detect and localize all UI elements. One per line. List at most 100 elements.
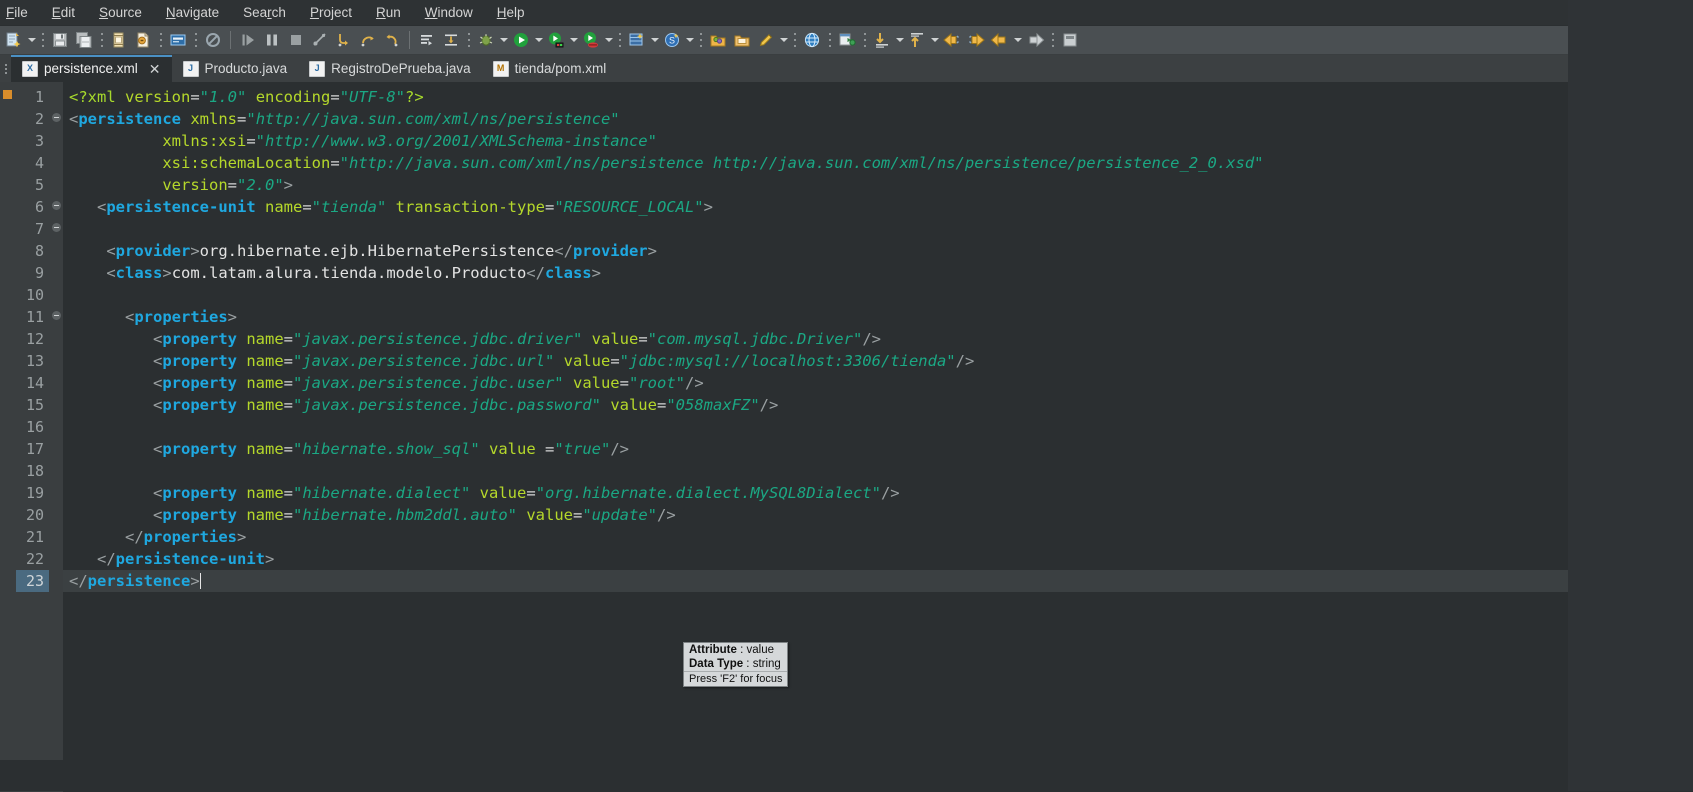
forward-to-icon[interactable] (965, 29, 987, 51)
drop-to-frame-icon[interactable] (440, 29, 462, 51)
code-line[interactable]: <properties> (63, 306, 1693, 328)
token-attr: value (610, 396, 657, 414)
fold-toggle[interactable] (49, 306, 63, 328)
new-wizard-dropdown[interactable] (26, 29, 37, 51)
step-into-icon[interactable] (333, 29, 355, 51)
editor-tab-producto-java[interactable]: J Producto.java (172, 55, 299, 82)
code-line[interactable]: version="2.0"> (63, 174, 1693, 196)
toolbar-separator (194, 31, 197, 49)
annotation-ruler[interactable] (0, 82, 16, 792)
editor-tab-persistence-xml[interactable]: Xpersistence.xml ✕ (11, 55, 172, 82)
code-line[interactable]: <class>com.latam.alura.tienda.modelo.Pro… (63, 262, 1693, 284)
mark-dropdown[interactable] (778, 29, 789, 51)
menu-item-file[interactable]: File (0, 2, 40, 23)
menu-item-help[interactable]: Help (485, 2, 537, 23)
code-line[interactable]: </persistence-unit> (63, 548, 1693, 570)
step-return-icon[interactable] (381, 29, 403, 51)
code-line[interactable]: </persistence> (63, 570, 1693, 592)
fold-toggle[interactable] (49, 196, 63, 218)
save-all-icon[interactable] (73, 29, 95, 51)
terminate-icon[interactable] (285, 29, 307, 51)
code-line[interactable]: <property name="javax.persistence.jdbc.d… (63, 328, 1693, 350)
editor-tab-tienda-pom-xml[interactable]: Mtienda/pom.xml (482, 55, 618, 82)
code-line[interactable] (63, 460, 1693, 482)
code-line[interactable]: </properties> (63, 526, 1693, 548)
menu-item-search[interactable]: Search (231, 2, 298, 23)
code-line[interactable]: xsi:schemaLocation="http://java.sun.com/… (63, 152, 1693, 174)
suspend-icon[interactable] (261, 29, 283, 51)
code-line[interactable]: <provider>org.hibernate.ejb.HibernatePer… (63, 240, 1693, 262)
code-content[interactable]: <?xml version="1.0" encoding="UTF-8"?> <p… (63, 82, 1693, 792)
menu-item-edit[interactable]: Edit (40, 2, 87, 23)
menu-item-project[interactable]: Project (298, 2, 364, 23)
code-line[interactable] (63, 416, 1693, 438)
new-server-dropdown[interactable] (649, 29, 660, 51)
previous-annotation-icon[interactable] (871, 29, 893, 51)
new-java-class-icon[interactable] (132, 29, 154, 51)
skip-all-breakpoints-icon[interactable] (202, 29, 224, 51)
debug-icon[interactable] (475, 29, 497, 51)
open-type-icon[interactable] (707, 29, 729, 51)
open-task-icon[interactable] (167, 29, 189, 51)
code-line[interactable]: <persistence-unit name="tienda" transact… (63, 196, 1693, 218)
code-line[interactable]: <property name="javax.persistence.jdbc.u… (63, 350, 1693, 372)
fold-toggle[interactable] (49, 218, 63, 240)
code-line[interactable]: <property name="javax.persistence.jdbc.p… (63, 394, 1693, 416)
code-line[interactable] (63, 218, 1693, 240)
step-over-icon[interactable] (357, 29, 379, 51)
debug-dropdown[interactable] (498, 29, 509, 51)
code-line[interactable]: <property name="hibernate.hbm2ddl.auto" … (63, 504, 1693, 526)
code-line[interactable] (63, 284, 1693, 306)
new-wizard-icon[interactable] (3, 29, 25, 51)
pin-editor-icon[interactable] (1059, 29, 1081, 51)
run-as-server-icon[interactable] (545, 29, 567, 51)
back-to-icon[interactable] (941, 29, 963, 51)
menu-item-source[interactable]: Source (87, 2, 154, 23)
disconnect-icon[interactable] (309, 29, 331, 51)
coverage-dropdown[interactable] (603, 29, 614, 51)
search-dropdown[interactable] (684, 29, 695, 51)
run-icon[interactable] (510, 29, 532, 51)
menu-item-run[interactable]: Run (364, 2, 413, 23)
previous-annotation-dropdown[interactable] (894, 29, 905, 51)
editor-tab-registrodeprueba-java[interactable]: J RegistroDePrueba.java (298, 55, 482, 82)
resume-icon[interactable] (237, 29, 259, 51)
forward-navigation-icon[interactable] (1024, 29, 1046, 51)
next-annotation-dropdown[interactable] (929, 29, 940, 51)
search-icon[interactable]: S (661, 29, 683, 51)
use-step-filters-icon[interactable] (416, 29, 438, 51)
folding-ruler[interactable] (49, 82, 63, 792)
code-line[interactable]: <property name="hibernate.show_sql" valu… (63, 438, 1693, 460)
new-server-icon[interactable] (626, 29, 648, 51)
save-icon[interactable] (49, 29, 71, 51)
open-task-folder-icon[interactable] (731, 29, 753, 51)
back-navigation-icon[interactable] (989, 29, 1011, 51)
code-line[interactable]: <persistence xmlns="http://java.sun.com/… (63, 108, 1693, 130)
fold-toggle[interactable] (49, 108, 63, 130)
back-navigation-dropdown[interactable] (1012, 29, 1023, 51)
code-line[interactable]: <?xml version="1.0" encoding="UTF-8"?> (63, 86, 1693, 108)
code-line[interactable]: xmlns:xsi="http://www.w3.org/2001/XMLSch… (63, 130, 1693, 152)
coverage-icon[interactable] (580, 29, 602, 51)
open-perspective-icon[interactable] (836, 29, 858, 51)
new-java-package-icon[interactable] (108, 29, 130, 51)
toolbar-separator (828, 31, 831, 49)
code-line[interactable]: <property name="hibernate.dialect" value… (63, 482, 1693, 504)
next-annotation-icon[interactable] (906, 29, 928, 51)
open-web-browser-icon[interactable] (801, 29, 823, 51)
toggle-mark-occurrences-icon[interactable] (755, 29, 777, 51)
run-dropdown[interactable] (533, 29, 544, 51)
code-line[interactable]: <property name="javax.persistence.jdbc.u… (63, 372, 1693, 394)
xml-editor[interactable]: 1 2 3 4 5 6 7 8 9 10 11 12 13 14 15 16 17 18 19 20 21 22 23 <?… (0, 82, 1693, 792)
menu-item-window[interactable]: Window (413, 2, 485, 23)
close-icon[interactable]: ✕ (149, 62, 161, 76)
menu-item-navigate[interactable]: Navigate (154, 2, 231, 23)
run-as-server-dropdown[interactable] (568, 29, 579, 51)
token-attr: value (563, 352, 611, 370)
token-attr: value (572, 374, 620, 392)
annotation-marker[interactable] (3, 90, 12, 99)
token-attr: version (125, 88, 191, 106)
